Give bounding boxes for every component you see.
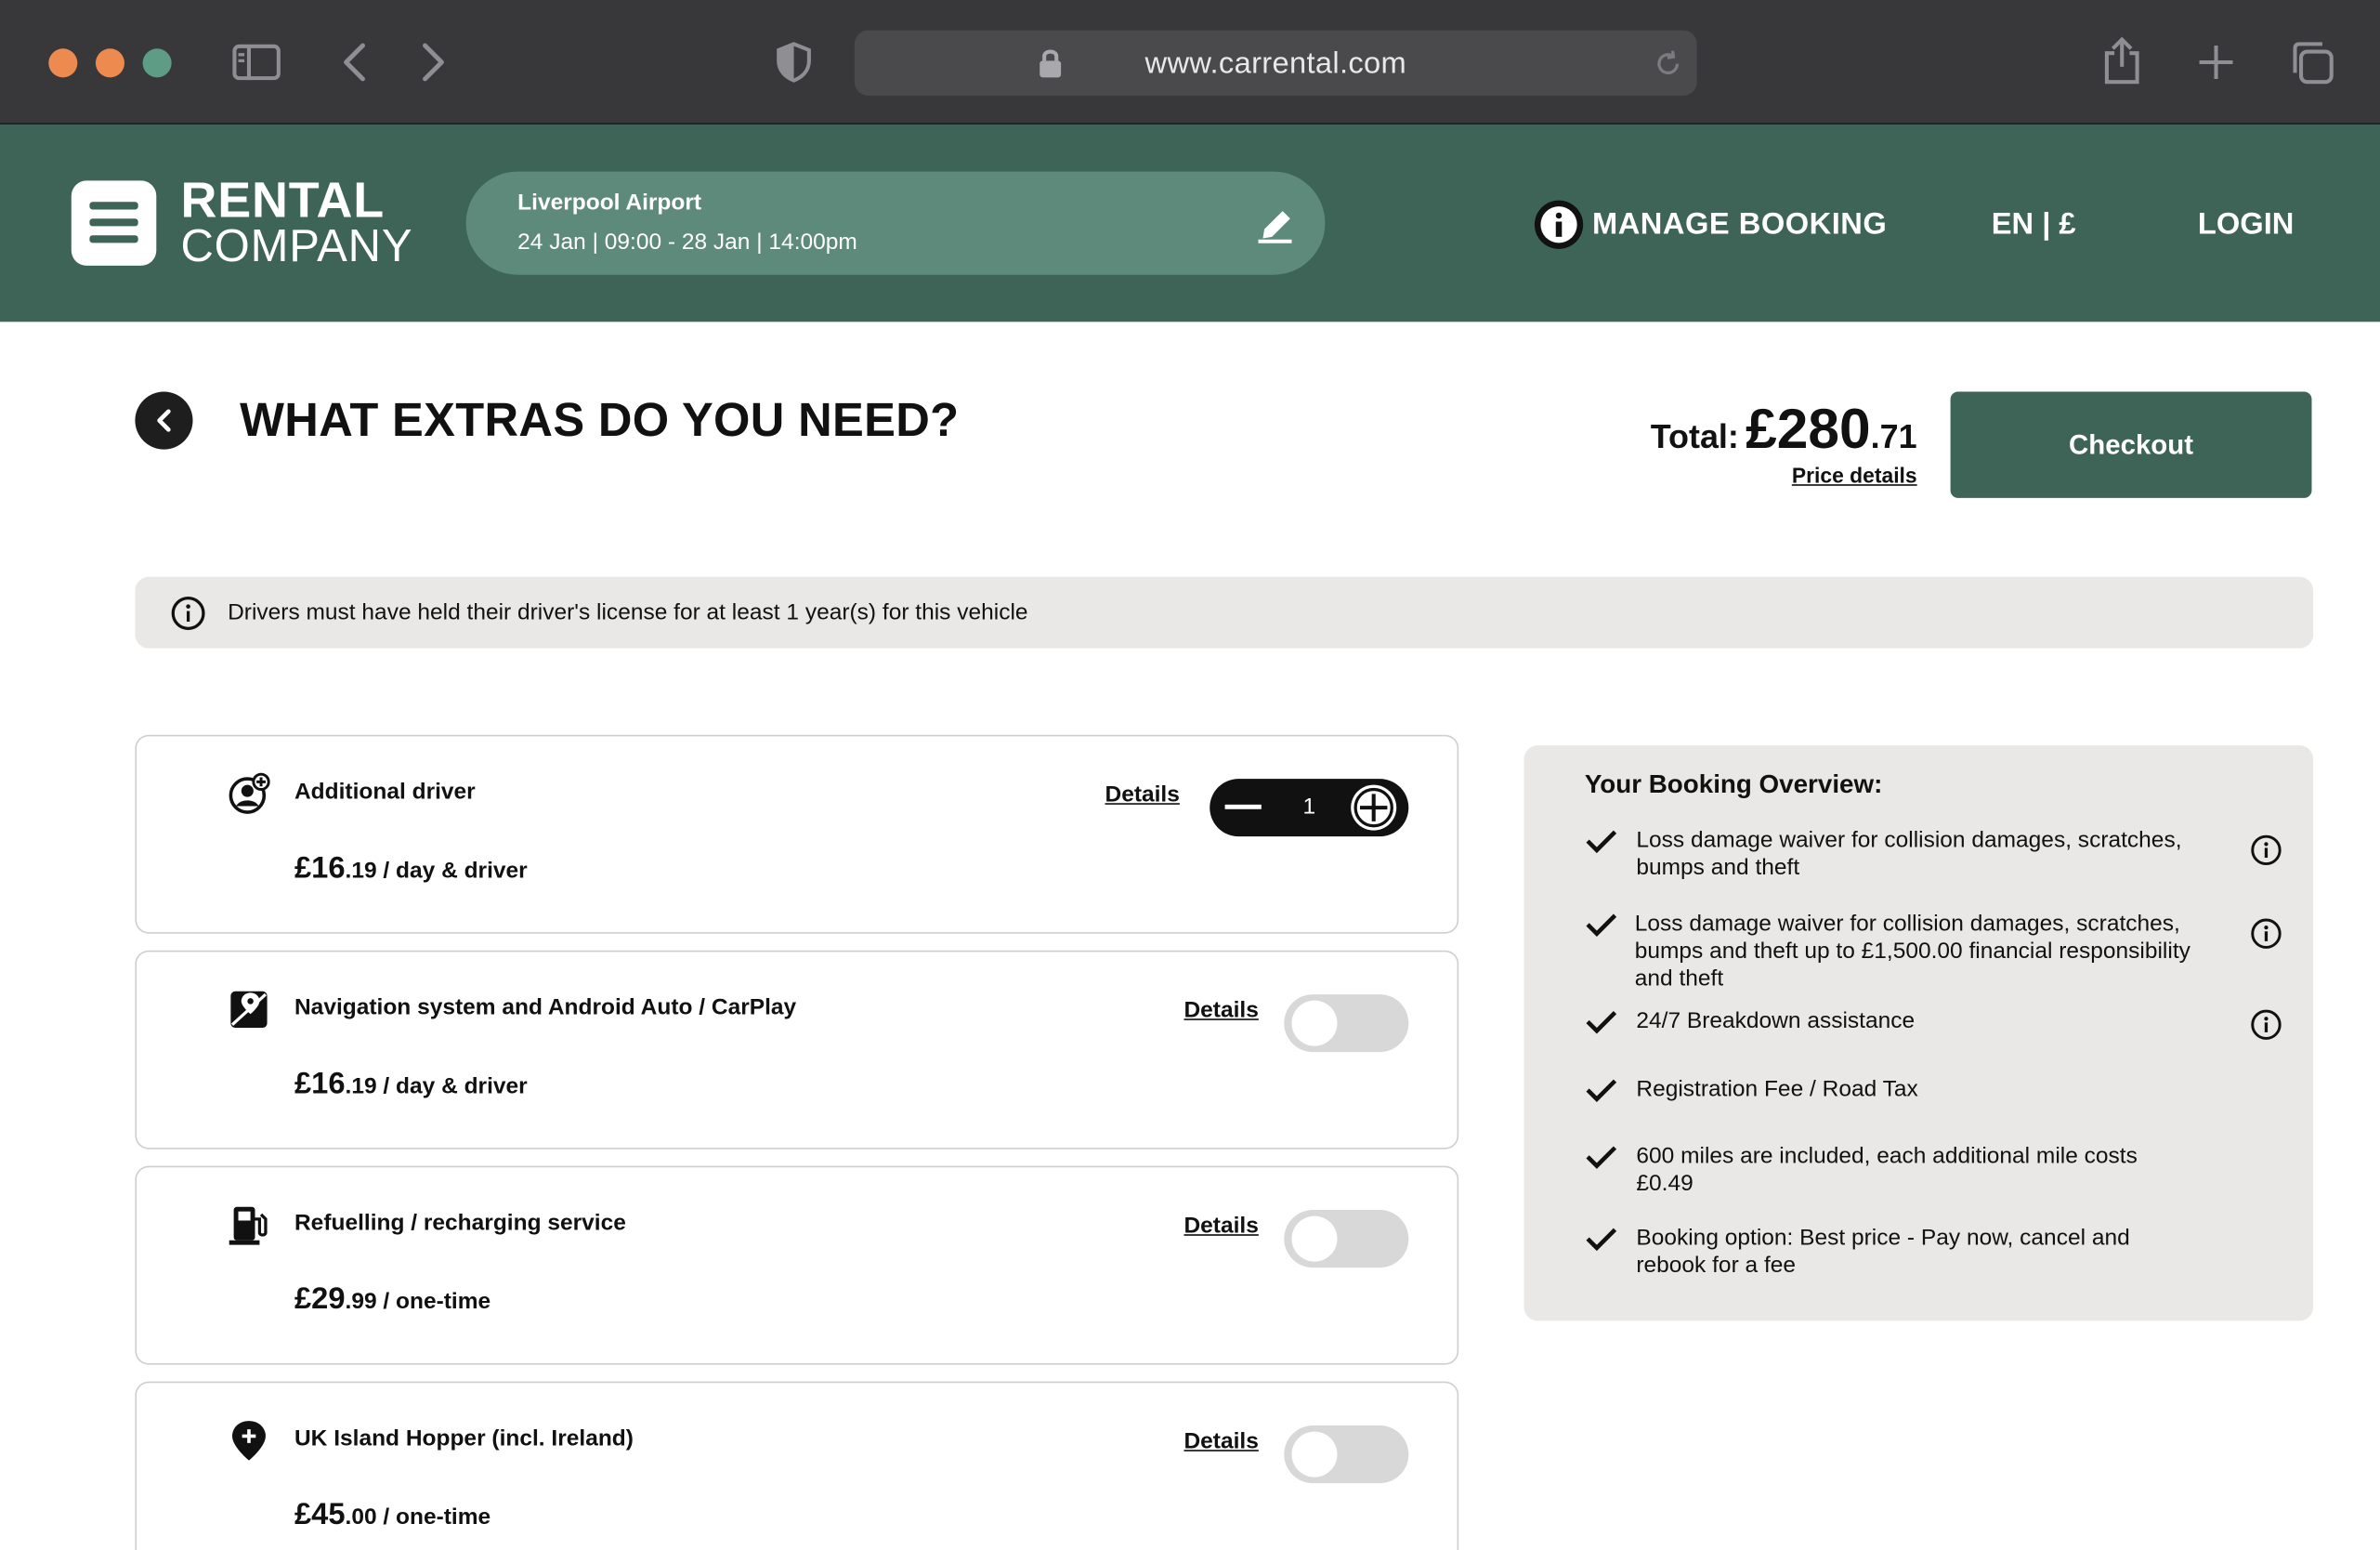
increment-button[interactable] <box>1351 784 1397 831</box>
extra-price: £45.00 / one-time <box>294 1498 490 1533</box>
total-price: Total: £280.71 <box>1609 398 1917 462</box>
plus-icon <box>1353 787 1393 828</box>
info-circle-icon[interactable] <box>2249 917 2282 951</box>
license-notice: Drivers must have held their driver's li… <box>135 576 2314 649</box>
login-link[interactable]: LOGIN <box>2198 208 2294 243</box>
back-button[interactable] <box>135 391 193 450</box>
minimize-window-button[interactable] <box>95 48 124 78</box>
page-title: WHAT EXTRAS DO YOU NEED? <box>240 393 960 447</box>
price-main: £16 <box>294 851 346 886</box>
extra-title: Navigation system and Android Auto / Car… <box>294 994 797 1020</box>
price-main: £29 <box>294 1282 346 1317</box>
overview-item-text: Booking option: Best price - Pay now, ca… <box>1636 1225 2130 1279</box>
shield-icon[interactable] <box>776 41 812 84</box>
extra-toggle[interactable] <box>1284 1210 1409 1268</box>
language-currency-selector[interactable]: EN | £ <box>1992 208 2076 243</box>
extra-title: Refuelling / recharging service <box>294 1210 626 1236</box>
checkmark-icon <box>1586 1079 1617 1103</box>
checkout-button[interactable]: Checkout <box>1950 391 2312 498</box>
details-link[interactable]: Details <box>1183 1213 1258 1239</box>
toggle-knob <box>1291 1215 1338 1262</box>
price-cents: .19 <box>345 858 377 884</box>
back-arrow-icon[interactable] <box>340 43 371 82</box>
edit-pencil-icon[interactable] <box>1255 202 1294 244</box>
total-label: Total: <box>1650 417 1739 456</box>
navigation-map-icon <box>230 991 268 1029</box>
address-bar[interactable]: www.carrental.com <box>854 30 1697 96</box>
forward-arrow-icon[interactable] <box>417 43 448 82</box>
chevron-left-icon <box>157 409 171 432</box>
manage-booking-link[interactable]: MANAGE BOOKING <box>1534 200 1888 249</box>
checkmark-icon <box>1586 913 1617 937</box>
extra-card-island-hopper: UK Island Hopper (incl. Ireland) £45.00 … <box>135 1381 1459 1550</box>
price-unit: / one-time <box>376 1504 491 1530</box>
price-unit: / day & driver <box>376 858 528 884</box>
maximize-window-button[interactable] <box>142 48 172 78</box>
price-cents: .99 <box>345 1289 377 1315</box>
notice-text: Drivers must have held their driver's li… <box>228 599 1028 626</box>
share-icon[interactable] <box>2102 36 2141 85</box>
checkmark-icon <box>1586 1011 1617 1034</box>
price-unit: / one-time <box>376 1289 491 1315</box>
overview-item-text: Loss damage waiver for collision damages… <box>1634 911 2190 992</box>
details-link[interactable]: Details <box>1183 997 1258 1023</box>
quantity-stepper: 1 <box>1210 779 1409 837</box>
overview-item-text: 24/7 Breakdown assistance <box>1636 1007 1916 1034</box>
sidebar-icon[interactable] <box>232 44 281 81</box>
extra-toggle[interactable] <box>1284 994 1409 1053</box>
close-window-button[interactable] <box>48 48 78 78</box>
checkmark-icon <box>1586 1146 1617 1169</box>
extra-title: UK Island Hopper (incl. Ireland) <box>294 1425 634 1451</box>
logo-text-company[interactable]: COMPANY <box>180 224 412 270</box>
search-summary[interactable]: Liverpool Airport 24 Jan | 09:00 - 28 Ja… <box>465 171 1326 275</box>
location-plus-icon <box>231 1421 266 1461</box>
booking-overview-panel: Your Booking Overview: Loss damage waive… <box>1523 745 2314 1321</box>
add-person-icon <box>229 772 270 814</box>
total-cents: .71 <box>1870 417 1917 456</box>
manage-booking-label: MANAGE BOOKING <box>1591 206 1888 241</box>
overview-item-text: Registration Fee / Road Tax <box>1636 1076 1918 1103</box>
extra-card-refuelling: Refuelling / recharging service £29.99 /… <box>135 1165 1459 1365</box>
extra-card-additional-driver: Additional driver £16.19 / day & driver … <box>135 734 1459 934</box>
browser-toolbar: www.carrental.com <box>0 0 2380 125</box>
fuel-pump-icon <box>229 1206 268 1245</box>
extra-price: £29.99 / one-time <box>294 1282 490 1318</box>
extra-toggle[interactable] <box>1284 1425 1409 1484</box>
details-link[interactable]: Details <box>1105 782 1180 808</box>
toggle-knob <box>1291 1000 1338 1046</box>
toggle-knob <box>1291 1431 1338 1478</box>
site-header: RENTAL COMPANY Liverpool Airport 24 Jan … <box>0 124 2380 322</box>
price-main: £16 <box>294 1067 346 1101</box>
price-main: £45 <box>294 1498 346 1532</box>
price-unit: / day & driver <box>376 1073 528 1099</box>
logo-icon[interactable] <box>71 180 157 266</box>
info-circle-icon <box>171 597 205 630</box>
extra-title: Additional driver <box>294 779 476 805</box>
price-cents: .00 <box>345 1504 377 1530</box>
rental-dates: 24 Jan | 09:00 - 28 Jan | 14:00pm <box>517 229 857 256</box>
price-cents: .19 <box>345 1073 377 1099</box>
checkmark-icon <box>1586 830 1617 854</box>
info-icon <box>1534 200 1584 249</box>
extra-price: £16.19 / day & driver <box>294 1067 528 1102</box>
url-text: www.carrental.com <box>1144 46 1407 81</box>
extra-price: £16.19 / day & driver <box>294 852 528 887</box>
pickup-location: Liverpool Airport <box>517 190 702 216</box>
tab-overview-icon[interactable] <box>2289 39 2334 85</box>
total-amount: £280 <box>1746 398 1871 461</box>
logo-text-rental[interactable]: RENTAL <box>180 175 385 225</box>
overview-title: Your Booking Overview: <box>1584 769 1883 799</box>
overview-item-text: Loss damage waiver for collision damages… <box>1636 827 2182 881</box>
overview-item-text: 600 miles are included, each additional … <box>1636 1143 2138 1197</box>
details-link[interactable]: Details <box>1183 1428 1258 1454</box>
price-details-link[interactable]: Price details <box>1746 463 1917 487</box>
extra-card-navigation: Navigation system and Android Auto / Car… <box>135 950 1459 1149</box>
info-circle-icon[interactable] <box>2249 834 2282 867</box>
checkmark-icon <box>1586 1228 1617 1252</box>
info-circle-icon[interactable] <box>2249 1008 2282 1042</box>
new-tab-icon[interactable] <box>2198 44 2234 80</box>
reload-icon[interactable] <box>1654 50 1681 77</box>
